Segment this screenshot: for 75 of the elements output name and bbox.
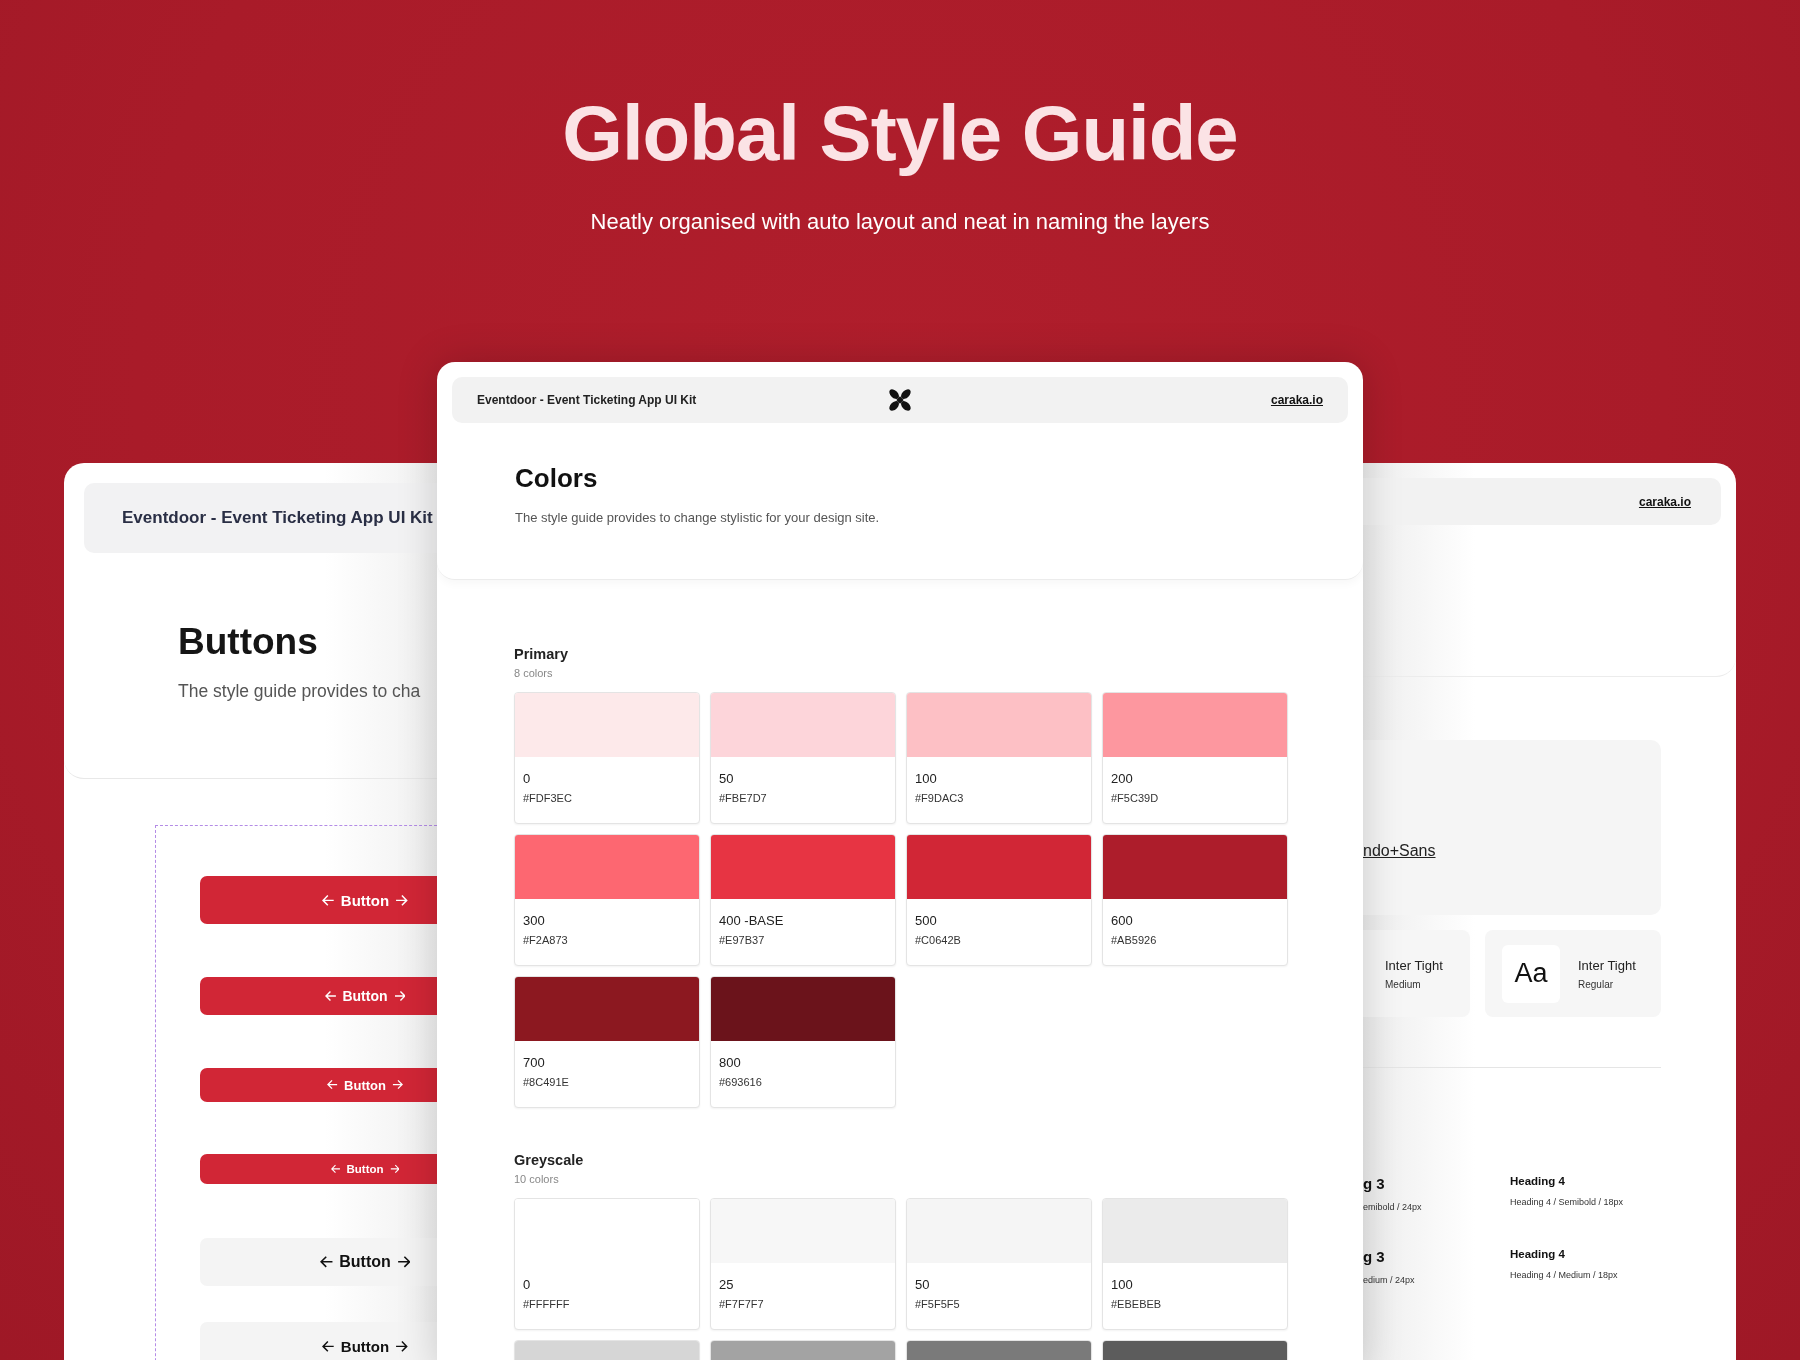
sample-button[interactable]: Button (200, 977, 437, 1015)
type-style-spec: Heading 4 / Medium / 18px (1510, 1270, 1619, 1280)
logo-icon (887, 387, 913, 413)
color-hex: #693616 (719, 1076, 763, 1088)
color-hex: #EBEBEB (1111, 1298, 1163, 1310)
color-hex: #8C491E (523, 1076, 570, 1088)
color-level: 50 (915, 1277, 931, 1292)
header-title: Eventdoor - Event Ticketing App UI Kit (122, 508, 433, 528)
color-hex: #FFFFFF (523, 1298, 571, 1310)
arrow-left-icon (322, 1339, 335, 1353)
color-level: 100 (1111, 1277, 1134, 1292)
sample-button[interactable]: Button (200, 1238, 437, 1286)
type-style-title: g 3 (1363, 1175, 1386, 1192)
font-link[interactable]: ndo+Sans (1363, 842, 1436, 860)
arrow-left-icon (324, 990, 337, 1002)
color-hex: #F9DAC3 (915, 792, 965, 804)
color-level: 0 (523, 771, 532, 786)
type-style-title: g 3 (1363, 1248, 1386, 1265)
color-hex: #FDF3EC (523, 792, 573, 804)
type-style-spec: emibold / 24px (1363, 1202, 1423, 1212)
color-level: 25 (719, 1277, 735, 1292)
color-hex: #F5F5F5 (915, 1298, 961, 1310)
section-description: The style guide provides to change stylistic for your design site. (515, 510, 881, 525)
type-style-title: Heading 4 (1510, 1175, 1566, 1187)
font-weight: Medium (1385, 978, 1422, 990)
site-link[interactable]: caraka.io (1638, 494, 1691, 509)
arrow-right-icon (389, 1164, 400, 1174)
palette-title: Greyscale (514, 1152, 585, 1168)
sample-button[interactable]: Button (200, 1068, 437, 1102)
color-level: 50 (719, 771, 735, 786)
arrow-right-icon (395, 1339, 408, 1353)
font-weight: Regular (1578, 978, 1615, 990)
arrow-left-icon (322, 893, 335, 907)
sample-button[interactable]: Button (200, 1322, 437, 1360)
sample-button[interactable]: Button (200, 1154, 437, 1184)
color-hex: #FBE7D7 (719, 792, 768, 804)
palette-title: Primary (514, 646, 569, 662)
arrow-left-icon (319, 1255, 334, 1269)
color-level: 400 -BASE (719, 913, 785, 928)
color-level: 100 (915, 771, 938, 786)
header-title: Eventdoor - Event Ticketing App UI Kit (477, 393, 697, 407)
type-style-spec: edium / 24px (1363, 1275, 1416, 1285)
color-hex: #F5C39D (1111, 792, 1160, 804)
section-description: The style guide provides to cha (178, 681, 422, 702)
color-hex: #F2A873 (523, 934, 569, 946)
color-level: 500 (915, 913, 938, 928)
section-heading: Colors (515, 463, 599, 494)
color-level: 200 (1111, 771, 1134, 786)
arrow-right-icon (393, 990, 406, 1002)
color-hex: #C0642B (915, 934, 962, 946)
arrow-right-icon (391, 1079, 403, 1091)
color-hex: #F7F7F7 (719, 1298, 765, 1310)
arrow-right-icon (395, 893, 408, 907)
sample-button[interactable]: Button (200, 876, 437, 924)
site-link[interactable]: caraka.io (1270, 393, 1323, 407)
arrow-left-icon (327, 1079, 339, 1091)
color-level: 300 (523, 913, 546, 928)
type-style-title: Heading 4 (1510, 1248, 1566, 1260)
arrow-right-icon (396, 1255, 411, 1269)
color-level: 800 (719, 1055, 742, 1070)
color-hex: #E97B37 (719, 934, 766, 946)
type-style-spec: Heading 4 / Semibold / 18px (1510, 1197, 1625, 1207)
color-level: 600 (1111, 913, 1134, 928)
color-hex: #AB5926 (1111, 934, 1158, 946)
font-name: Inter Tight (1578, 957, 1636, 973)
arrow-left-icon (330, 1164, 341, 1174)
page-title: Global Style Guide (562, 88, 1238, 179)
palette-count: 10 colors (514, 1173, 560, 1185)
color-level: 0 (523, 1277, 532, 1292)
section-heading: Buttons (178, 621, 319, 663)
color-level: 700 (523, 1055, 546, 1070)
page-subtitle: Neatly organised with auto layout and neat in naming the layers (590, 209, 1210, 235)
font-sample: Aa (1502, 944, 1560, 1003)
palette-count: 8 colors (514, 667, 554, 679)
font-name: Inter Tight (1385, 957, 1443, 973)
